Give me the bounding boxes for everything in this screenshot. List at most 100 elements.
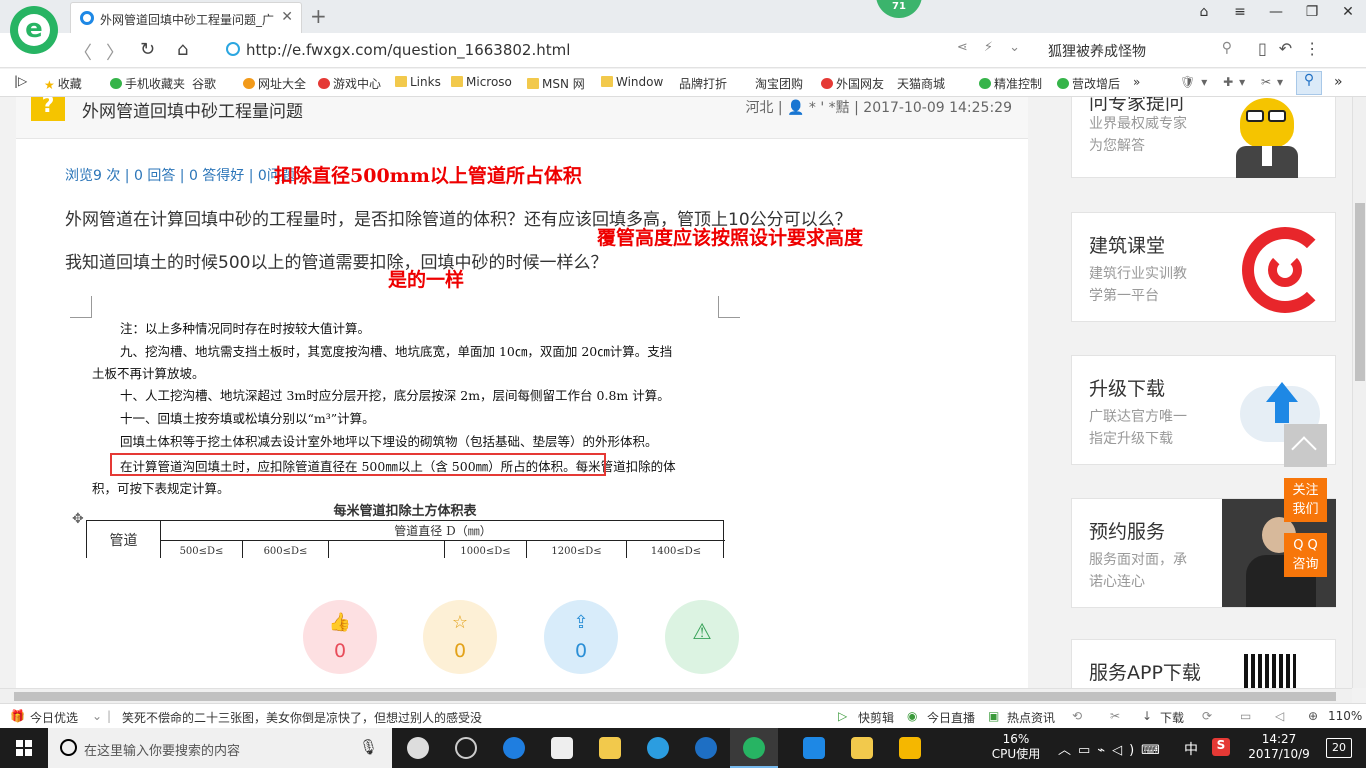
like-button[interactable]: 👍 0 [303, 600, 377, 674]
nav-extra-icons[interactable]: ▯↶⋮ [1258, 39, 1332, 58]
minimize-button[interactable]: — [1258, 4, 1294, 20]
tab-close-icon[interactable]: ✕ [281, 9, 293, 25]
card-desc: 广联达官方唯一 [1089, 409, 1187, 425]
notes-app[interactable] [838, 728, 886, 768]
zoom-level[interactable]: 110% [1328, 709, 1362, 723]
report-button[interactable]: ⚠ [665, 600, 739, 674]
doc-line: 回填土体积等于挖土体积减去设计室外地坪以下埋设的砌筑物（包括基础、垫层等）的外形… [120, 434, 658, 449]
news-ticker[interactable]: 笑死不偿命的二十三张图，美女你倒是凉快了，但想过别人的感受没 [122, 709, 482, 726]
cpu-label: CPU使用 [991, 747, 1041, 761]
2345-browser-app[interactable] [730, 728, 778, 768]
bookmark-item[interactable]: 网址大全 [243, 75, 306, 92]
search-text[interactable]: 狐狸被养成怪物 [1048, 41, 1146, 61]
menu-icon[interactable]: ≡ [1222, 4, 1258, 20]
home-icon[interactable]: ⌂ [177, 39, 188, 60]
follow-us-button[interactable]: 关注 我们 [1284, 478, 1327, 522]
bookmark-item[interactable]: 手机收藏夹 [110, 75, 185, 92]
bookmark-item[interactable]: 游戏中心 [318, 75, 381, 92]
bookmark-item[interactable]: 外国网友 [821, 75, 884, 92]
cross-app[interactable] [790, 728, 838, 768]
back-arrow-icon[interactable]: 〈 [74, 39, 92, 65]
question-stats[interactable]: 浏览9 次 | 0 回答 | 0 答得好 | 0问题 [65, 165, 295, 185]
tray-icons[interactable]: ︿▭⌁◁)⌨ [1058, 739, 1167, 758]
glodon-app[interactable] [682, 728, 730, 768]
new-tab-button[interactable]: + [310, 4, 327, 28]
bookmark-extension-icons[interactable]: 🛡▾ ✚▾ ✂▾ [1180, 75, 1289, 89]
microphone-icon[interactable]: 🎙 [359, 738, 378, 756]
bookmark-item[interactable]: 天猫商城 [897, 75, 945, 183]
search-box[interactable]: 狐狸被养成怪物 ⚲ [1040, 38, 1240, 62]
bookmark-item[interactable]: Window [601, 75, 663, 89]
bookmark-item[interactable]: 品牌打折 [679, 75, 727, 183]
url-text[interactable]: http://e.fwxgx.com/question_1663802.html [246, 41, 570, 59]
folder-icon [527, 78, 539, 89]
bookmark-item[interactable]: 谷歌 [192, 75, 216, 183]
shirt-skin-icon[interactable]: ⌂ [1186, 4, 1222, 20]
bookmark-item[interactable]: » [1133, 75, 1140, 89]
favorite-button[interactable]: ☆ 0 [423, 600, 497, 674]
window-icon[interactable]: ▭ [1240, 709, 1251, 723]
qq-consult-button[interactable]: Q Q 咨询 [1284, 533, 1327, 577]
forward-arrow-icon[interactable]: 〉 [106, 39, 124, 65]
browser-logo[interactable]: e [10, 6, 58, 54]
bookmark-item[interactable]: ★ 收藏 [44, 75, 82, 92]
help-app[interactable] [886, 728, 934, 768]
notification-center-button[interactable]: 20 [1326, 738, 1352, 758]
bookmark-item[interactable]: Microso [451, 75, 512, 89]
move-handle-icon[interactable]: ✥ [72, 511, 84, 527]
sync-icon[interactable]: ⟲ [1072, 709, 1082, 723]
search-icon[interactable]: ⚲ [1222, 40, 1232, 56]
scrollbar-thumb[interactable] [14, 692, 1336, 701]
zoom-icon[interactable]: ⊕ [1308, 709, 1318, 723]
active-tab[interactable]: 外网管道回填中砂工程量问题_广 ✕ [70, 2, 302, 33]
store-app[interactable] [538, 728, 586, 768]
doc-line: 十一、回填土按夯填或松填分别以“m³”计算。 [120, 411, 375, 426]
find-icon[interactable]: ⚲ [1296, 71, 1322, 95]
today-live[interactable]: 今日直播 [927, 709, 975, 726]
clean-icon[interactable]: ⟳ [1202, 709, 1212, 723]
chevron-down-icon[interactable]: ⌄ [92, 709, 102, 723]
cpu-meter[interactable]: 16% CPU使用 [990, 732, 1042, 762]
close-window-button[interactable]: ✕ [1330, 4, 1366, 20]
sidebar-toggle-icon[interactable]: |▷ [14, 74, 27, 88]
bookmark-item[interactable]: MSN 网 [527, 75, 585, 92]
bookmark-item[interactable]: 淘宝团购 [755, 75, 803, 183]
share-button[interactable]: ⇪ 0 [544, 600, 618, 674]
bookmark-item[interactable]: 营改增后 [1057, 75, 1120, 92]
taskbar-search[interactable]: 在这里输入你要搜索的内容 🎙 [48, 728, 392, 768]
address-tools-icons[interactable]: ⋖ ⚡ ⌄ [957, 40, 1026, 55]
snapshot-icon[interactable]: ✂ [1110, 709, 1120, 723]
horizontal-scrollbar[interactable] [0, 688, 1352, 703]
refresh-icon[interactable]: ↻ [140, 39, 155, 60]
bookmark-item[interactable]: 精准控制 [979, 75, 1042, 92]
taskbar-search-placeholder[interactable]: 在这里输入你要搜索的内容 [84, 740, 240, 759]
quick-cut[interactable]: 快剪辑 [858, 709, 894, 726]
sound-icon[interactable]: ◁ [1275, 709, 1284, 723]
bookmark-item[interactable]: Links [395, 75, 441, 89]
file-explorer-app[interactable] [586, 728, 634, 768]
sogou-ime-icon[interactable]: S [1212, 738, 1230, 756]
ie-app[interactable] [634, 728, 682, 768]
vertical-scrollbar[interactable] [1352, 97, 1366, 688]
window-controls: ⌂ ≡ — ❐ ✕ [1186, 4, 1366, 20]
doc-table-cell: 1000≤D≤ [445, 541, 527, 558]
course-card[interactable]: 建筑课堂 建筑行业实训教 学第一平台 [1071, 212, 1336, 322]
today-picks[interactable]: 今日优选 [30, 709, 78, 726]
edge-app[interactable] [490, 728, 538, 768]
attached-document-image[interactable]: 注：以上多种情况同时存在时按较大值计算。 九、挖沟槽、地坑需支挡土板时，其宽度按… [70, 296, 740, 558]
start-button[interactable] [0, 728, 48, 768]
clock[interactable]: 14:27 2017/10/9 [1244, 732, 1314, 762]
ime-indicator[interactable]: 中 [1184, 739, 1198, 759]
maximize-button[interactable]: ❐ [1294, 4, 1330, 20]
notification-badge[interactable]: 71 [876, 0, 922, 18]
app-download-card[interactable]: 服务APP下载 [1071, 639, 1336, 688]
ask-expert-card[interactable]: 问专家提问 业界最权威专家 为您解答 [1071, 97, 1336, 178]
task-view-app[interactable] [394, 728, 442, 768]
back-to-top-button[interactable] [1284, 424, 1327, 467]
more-bookmarks-icon[interactable]: » [1334, 74, 1343, 90]
app-browser-ring[interactable] [442, 728, 490, 768]
hot-news[interactable]: 热点资讯 [1007, 709, 1055, 726]
download-link[interactable]: 下载 [1160, 709, 1184, 726]
address-bar[interactable]: http://e.fwxgx.com/question_1663802.html… [216, 38, 1032, 62]
scrollbar-thumb[interactable] [1355, 203, 1365, 381]
